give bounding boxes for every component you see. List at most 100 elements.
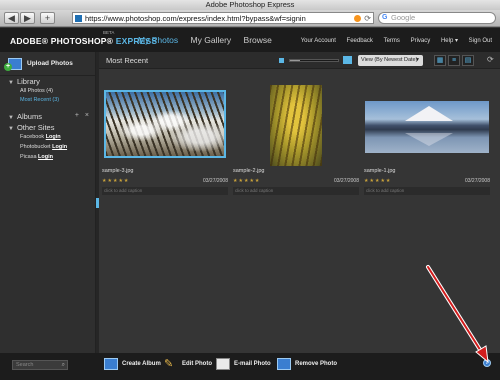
photo-thumbnail[interactable] [104,90,226,158]
link-privacy[interactable]: Privacy [411,38,431,44]
library-title: Library [16,77,40,86]
remove-photo-button[interactable]: Remove Photo [277,357,347,373]
reload-icon[interactable]: ⟳ [364,13,371,23]
tab-browse[interactable]: Browse [244,35,272,45]
account-links: Your Account Feedback Terms Privacy Help… [292,37,492,44]
thumbnail-frame [233,85,359,166]
search-icon: ⌕ [61,362,65,368]
photo-date: 03/27/2008 [333,178,359,184]
facebook-login-link[interactable]: Login [46,134,61,140]
star-rating[interactable]: ★★★★★ [364,178,391,184]
google-icon: G [382,14,388,21]
forward-arrow-icon[interactable]: ▶ [20,12,35,24]
mountain-shape [405,106,453,121]
email-icon [216,358,230,370]
grid-toolbar: Most Recent View (By Newest Date) ▼ ▦ ≡ … [99,52,500,69]
sidebar-item-all-photos[interactable]: All Photos (4) [20,88,53,94]
create-album-icon [104,358,118,370]
photo-name: sample-2.jpg [233,168,265,174]
add-album-icon[interactable]: + [75,112,79,119]
detail-view-icon[interactable]: ▤ [462,55,474,66]
large-thumbnail-icon[interactable] [343,56,352,64]
mountain-reflection [405,133,453,146]
grid-view-icon[interactable]: ▦ [434,55,446,66]
photo-thumbnail[interactable] [270,85,322,166]
sidebar-item-picasa: Picasa Login [20,154,53,160]
photo-thumbnail[interactable] [365,101,489,153]
small-thumbnail-icon[interactable] [279,58,284,63]
thumbnail-size-slider[interactable] [289,59,339,62]
thumbnail-frame [364,86,490,166]
create-album-label: Create Album [122,361,161,367]
slider-fill [290,60,300,61]
sidebar-divider [0,75,96,76]
rss-icon[interactable] [354,15,361,22]
photo-card[interactable]: sample-2.jpg ★★★★★ 03/27/2008 click to a… [233,85,359,204]
upload-label: Upload Photos [27,60,73,67]
site-name: Facebook [20,134,45,140]
albums-title: Albums [16,112,42,121]
main-nav: My Photos My Gallery Browse [138,35,282,45]
photo-name: sample-1.jpg [364,168,396,174]
link-terms[interactable]: Terms [384,38,400,44]
link-help[interactable]: Help ▾ [441,38,458,44]
url-text: https://www.photoshop.com/express/index.… [85,14,306,23]
app-header: ADOBE® PHOTOSHOP® EXPRESS BETA My Photos… [0,28,500,52]
link-sign-out[interactable]: Sign Out [469,38,492,44]
caption-field[interactable]: click to add caption [364,187,490,195]
help-icon[interactable]: ? [483,359,491,367]
edit-photo-label: Edit Photo [182,361,212,367]
other-sites-header[interactable]: ▼ Other Sites [8,123,54,132]
email-photo-label: E-mail Photo [234,361,271,367]
remove-photo-label: Remove Photo [295,361,338,367]
edit-photo-button[interactable]: ✎ Edit Photo [164,357,214,373]
browser-search-field[interactable]: G Google [378,12,496,24]
sidebar-item-most-recent[interactable]: Most Recent (3) [20,97,59,103]
delete-album-icon[interactable]: × [85,112,89,119]
logo-main: ADOBE® PHOTOSHOP® [10,36,114,46]
site-name: Picasa [20,154,37,160]
app-logo[interactable]: ADOBE® PHOTOSHOP® EXPRESS [10,36,157,46]
email-photo-button[interactable]: E-mail Photo [216,357,276,373]
sidebar: + Upload Photos ▼ Library All Photos (4) … [0,52,96,353]
photo-card[interactable]: sample-1.jpg ★★★★★ 03/27/2008 click to a… [364,86,490,204]
bottom-toolbar: Search ⌕ Create Album ✎ Edit Photo E-mai… [0,353,500,380]
photo-search-input[interactable]: Search ⌕ [12,360,68,370]
refresh-icon[interactable]: ⟳ [487,55,494,64]
star-rating[interactable]: ★★★★★ [102,178,129,184]
view-sort-value: View (By Newest Date) [361,57,418,63]
photo-grid-panel: Most Recent View (By Newest Date) ▼ ▦ ≡ … [99,52,500,353]
caption-field[interactable]: click to add caption [102,187,228,195]
view-sort-select[interactable]: View (By Newest Date) ▼ [358,55,423,66]
pencil-icon: ✎ [164,358,174,370]
photobucket-login-link[interactable]: Login [52,144,67,150]
search-placeholder: Search [16,362,34,368]
tab-my-gallery[interactable]: My Gallery [191,35,232,45]
link-your-account[interactable]: Your Account [301,38,336,44]
album-controls: + × [71,112,89,119]
expand-arrow-icon: ▼ [8,80,14,86]
expand-arrow-icon: ▼ [8,126,14,132]
caption-field[interactable]: click to add caption [233,187,359,195]
url-bar[interactable]: https://www.photoshop.com/express/index.… [72,12,374,24]
list-view-icon[interactable]: ≡ [448,55,460,66]
picasa-login-link[interactable]: Login [38,154,53,160]
photo-card[interactable]: sample-3.jpg ★★★★★ 03/27/2008 click to a… [102,86,228,204]
site-favicon [75,15,82,22]
thumbnail-frame [102,86,228,166]
remove-photo-icon [277,358,291,370]
plus-icon: + [4,63,12,71]
link-feedback[interactable]: Feedback [347,38,373,44]
back-arrow-icon[interactable]: ◀ [4,12,19,24]
star-rating[interactable]: ★★★★★ [233,178,260,184]
add-bookmark-icon[interactable]: + [40,12,55,24]
page-title: Most Recent [106,56,149,65]
upload-photos-button[interactable]: + Upload Photos [4,56,90,74]
tab-my-photos[interactable]: My Photos [138,35,178,45]
create-album-button[interactable]: Create Album [104,357,164,373]
library-header[interactable]: ▼ Library [8,77,40,86]
sidebar-item-facebook: Facebook Login [20,134,61,140]
sidebar-item-photobucket: Photobucket Login [20,144,67,150]
chevron-down-icon: ▼ [415,57,420,63]
albums-header[interactable]: ▼ Albums [8,112,42,121]
